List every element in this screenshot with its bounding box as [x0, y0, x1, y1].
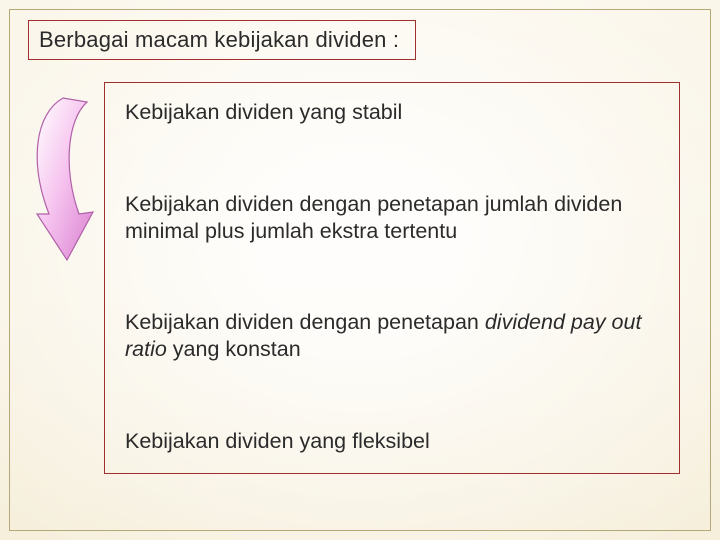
list-item-text: Kebijakan dividen dengan penetapan jumla…: [125, 192, 622, 243]
list-item-suffix: yang konstan: [167, 337, 301, 361]
slide-title-box: Berbagai macam kebijakan dividen :: [28, 20, 416, 60]
list-item-text: Kebijakan dividen yang stabil: [125, 100, 402, 124]
curved-arrow-icon: [23, 92, 101, 272]
list-item-prefix: Kebijakan dividen dengan penetapan: [125, 310, 485, 334]
list-item-text: Kebijakan dividen yang fleksibel: [125, 429, 430, 453]
list-item: Kebijakan dividen dengan penetapan jumla…: [125, 191, 659, 245]
list-item: Kebijakan dividen yang stabil: [125, 99, 659, 126]
slide-title: Berbagai macam kebijakan dividen :: [39, 27, 399, 52]
list-item: Kebijakan dividen yang fleksibel: [125, 428, 659, 455]
content-list-box: Kebijakan dividen yang stabil Kebijakan …: [104, 82, 680, 474]
list-item: Kebijakan dividen dengan penetapan divid…: [125, 309, 659, 363]
